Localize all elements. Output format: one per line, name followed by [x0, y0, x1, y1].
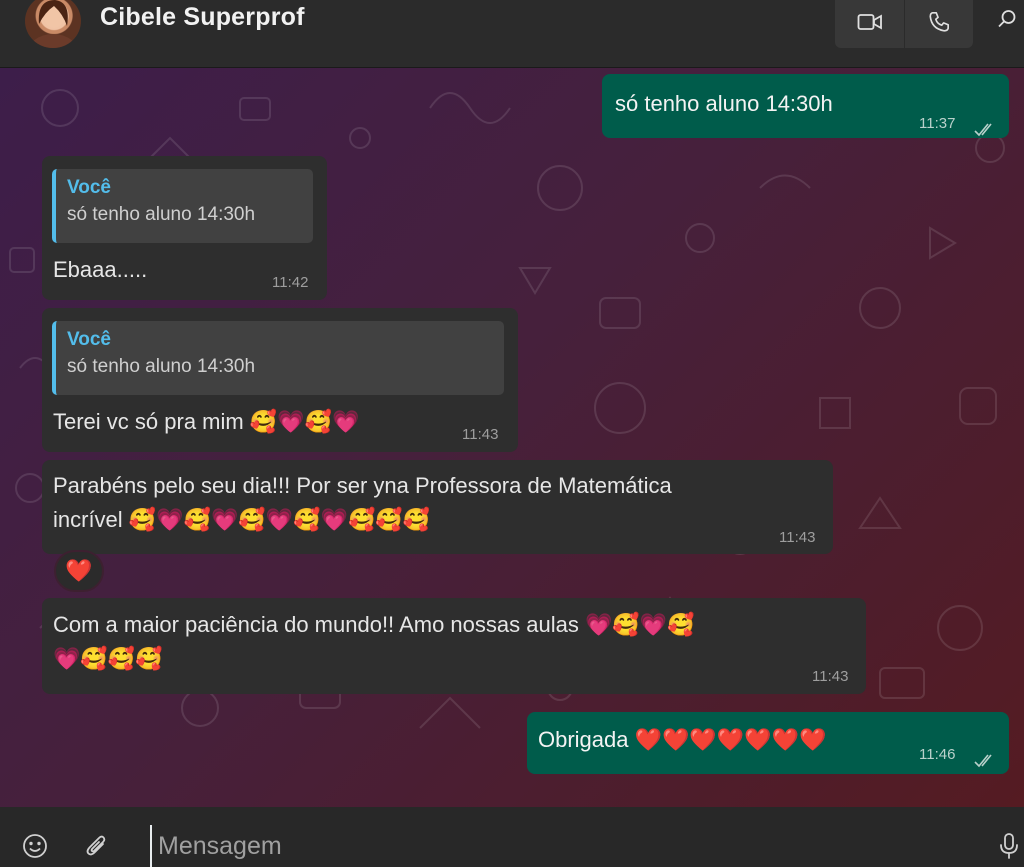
message-outgoing[interactable]: só tenho aluno 14:30h 11:37: [602, 74, 1009, 138]
message-time: 11:46: [919, 746, 956, 763]
message-text: só tenho aluno 14:30h: [615, 91, 833, 116]
message-input[interactable]: [150, 825, 950, 867]
message-time: 11:42: [272, 274, 309, 291]
message-text-line: incrível 🥰💗🥰💗🥰💗🥰💗🥰🥰🥰: [53, 507, 431, 532]
quoted-author: Você: [67, 177, 112, 198]
chat-area[interactable]: só tenho aluno 14:30h 11:37 Você só tenh…: [0, 68, 1024, 807]
message-incoming[interactable]: Você só tenho aluno 14:30h Ebaaa..... 11…: [42, 156, 327, 300]
message-outgoing[interactable]: Obrigada ❤️❤️❤️❤️❤️❤️❤️ 11:46: [527, 712, 1009, 774]
message-text-line: Parabéns pelo seu dia!!! Por ser yna Pro…: [53, 473, 672, 498]
chat-header: Cibele Superprof: [0, 0, 1024, 68]
quoted-message[interactable]: Você só tenho aluno 14:30h: [52, 169, 313, 243]
video-camera-icon: [857, 12, 883, 36]
read-receipt-icon: [974, 746, 996, 778]
video-call-button[interactable]: [835, 0, 904, 48]
call-buttons: [835, 0, 973, 48]
message-time: 11:43: [779, 529, 816, 546]
message-incoming[interactable]: Com a maior paciência do mundo!! Amo nos…: [42, 598, 866, 694]
message-time: 11:43: [812, 668, 849, 685]
search-icon: [997, 9, 1017, 33]
message-text: Ebaaa.....: [53, 257, 148, 282]
paperclip-icon[interactable]: [82, 831, 112, 861]
quoted-author: Você: [67, 329, 112, 350]
voice-call-button[interactable]: [904, 0, 973, 48]
search-button[interactable]: [992, 6, 1022, 36]
quoted-text: só tenho aluno 14:30h: [67, 204, 256, 225]
emoji-icon[interactable]: [20, 831, 50, 861]
contact-avatar[interactable]: [25, 0, 81, 48]
contact-name[interactable]: Cibele Superprof: [100, 3, 305, 32]
quoted-message[interactable]: Você só tenho aluno 14:30h: [52, 321, 504, 395]
message-text-line: 💗🥰🥰🥰: [53, 646, 163, 671]
message-time: 11:43: [462, 426, 499, 443]
message-text: Terei vc só pra mim 🥰💗🥰💗: [53, 409, 360, 434]
message-time: 11:37: [919, 115, 956, 132]
message-reaction[interactable]: ❤️: [54, 550, 104, 592]
message-text-line: Com a maior paciência do mundo!! Amo nos…: [53, 612, 695, 637]
microphone-icon[interactable]: [994, 831, 1024, 861]
quoted-text: só tenho aluno 14:30h: [67, 356, 256, 377]
phone-icon: [928, 11, 950, 37]
message-composer: [0, 807, 1024, 867]
message-incoming[interactable]: Parabéns pelo seu dia!!! Por ser yna Pro…: [42, 460, 833, 554]
message-incoming[interactable]: Você só tenho aluno 14:30h Terei vc só p…: [42, 308, 518, 452]
message-text: Obrigada ❤️❤️❤️❤️❤️❤️❤️: [538, 727, 827, 752]
read-receipt-icon: [974, 115, 996, 147]
